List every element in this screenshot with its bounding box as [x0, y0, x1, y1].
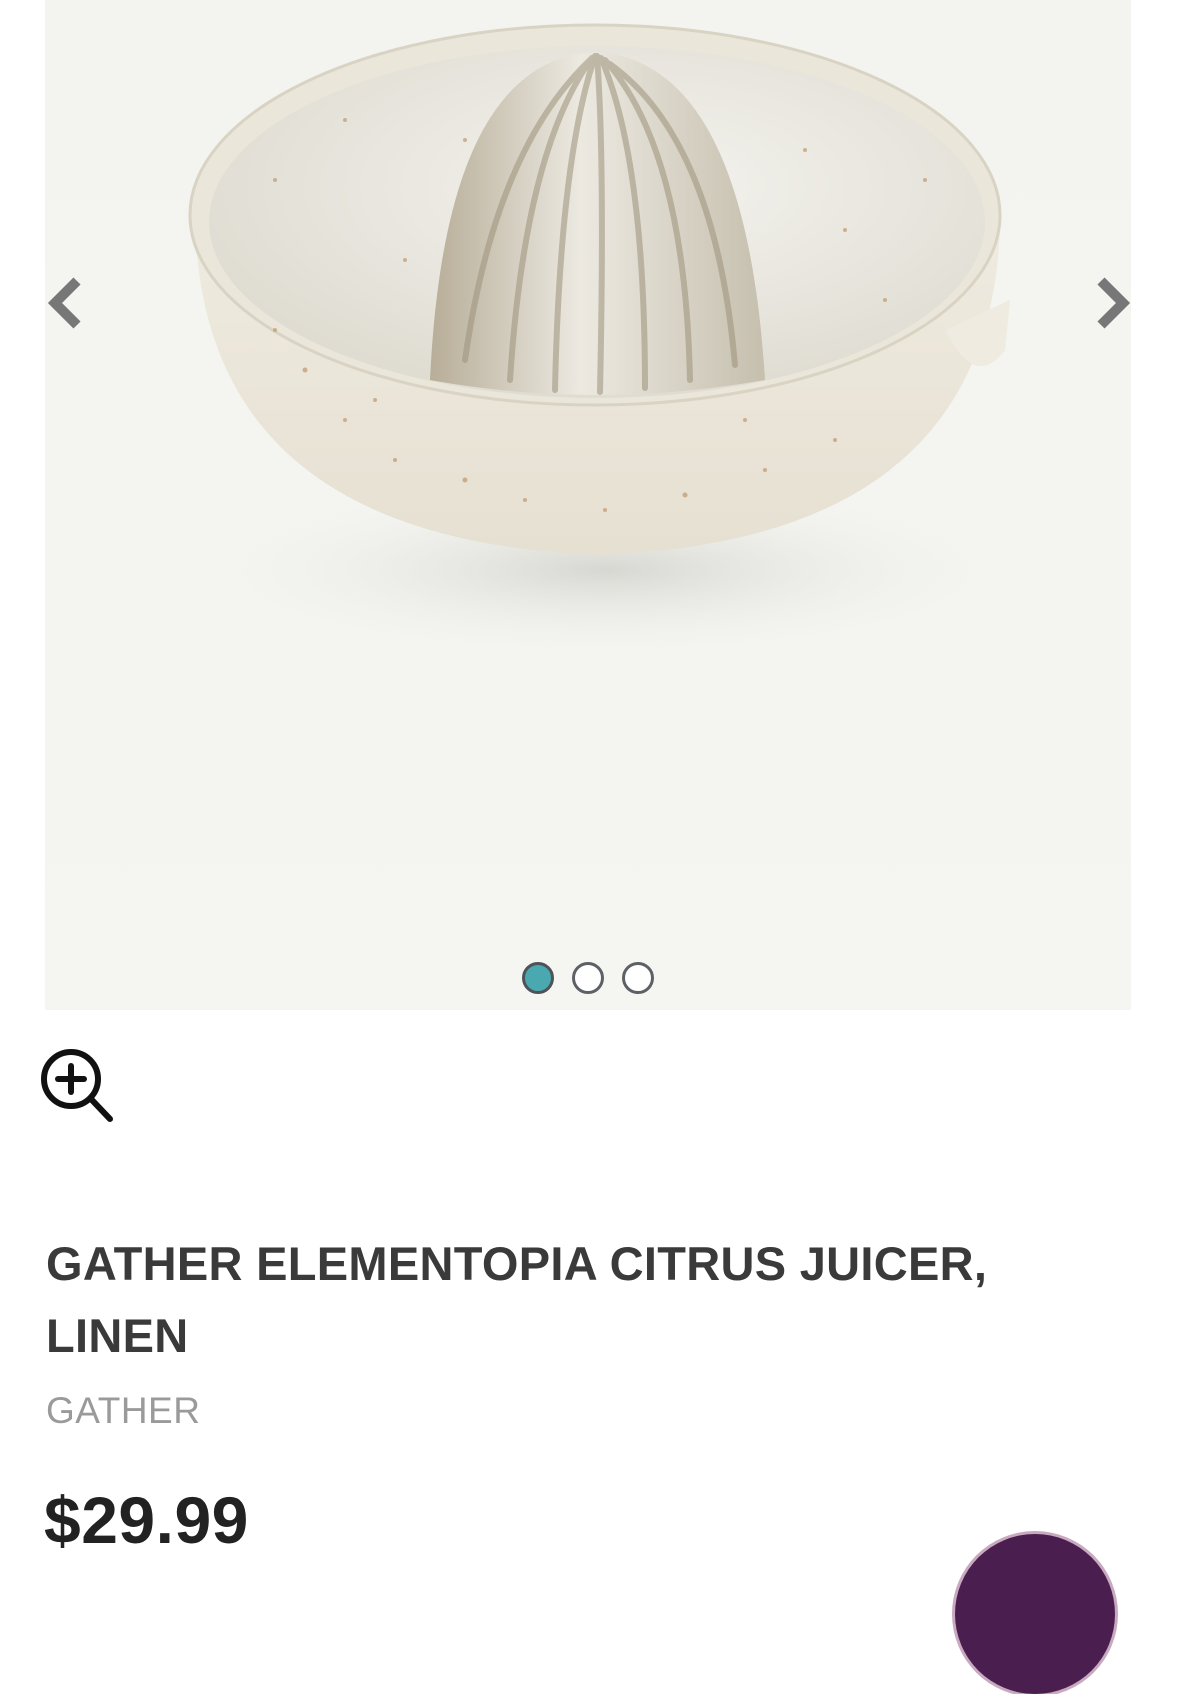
product-title: GATHER ELEMENTOPIA CITRUS JUICER, LINEN: [46, 1237, 988, 1362]
gallery-dot-2[interactable]: [572, 962, 604, 994]
zoom-in-icon: [41, 1049, 113, 1122]
previous-image-button[interactable]: [45, 270, 95, 336]
chat-button[interactable]: [955, 1534, 1115, 1694]
chevron-left-icon: [47, 277, 81, 329]
gallery-dot-1[interactable]: [522, 962, 554, 994]
product-price: $29.99: [44, 1483, 249, 1557]
next-image-button[interactable]: [1083, 270, 1131, 336]
chevron-right-icon: [1097, 277, 1131, 329]
gallery-dot-3[interactable]: [622, 962, 654, 994]
zoom-button[interactable]: [38, 1046, 114, 1124]
product-brand[interactable]: GATHER: [46, 1390, 200, 1432]
product-photo[interactable]: [45, 0, 1131, 1010]
product-image-gallery[interactable]: [45, 0, 1131, 1010]
gallery-pagination: [45, 962, 1131, 994]
